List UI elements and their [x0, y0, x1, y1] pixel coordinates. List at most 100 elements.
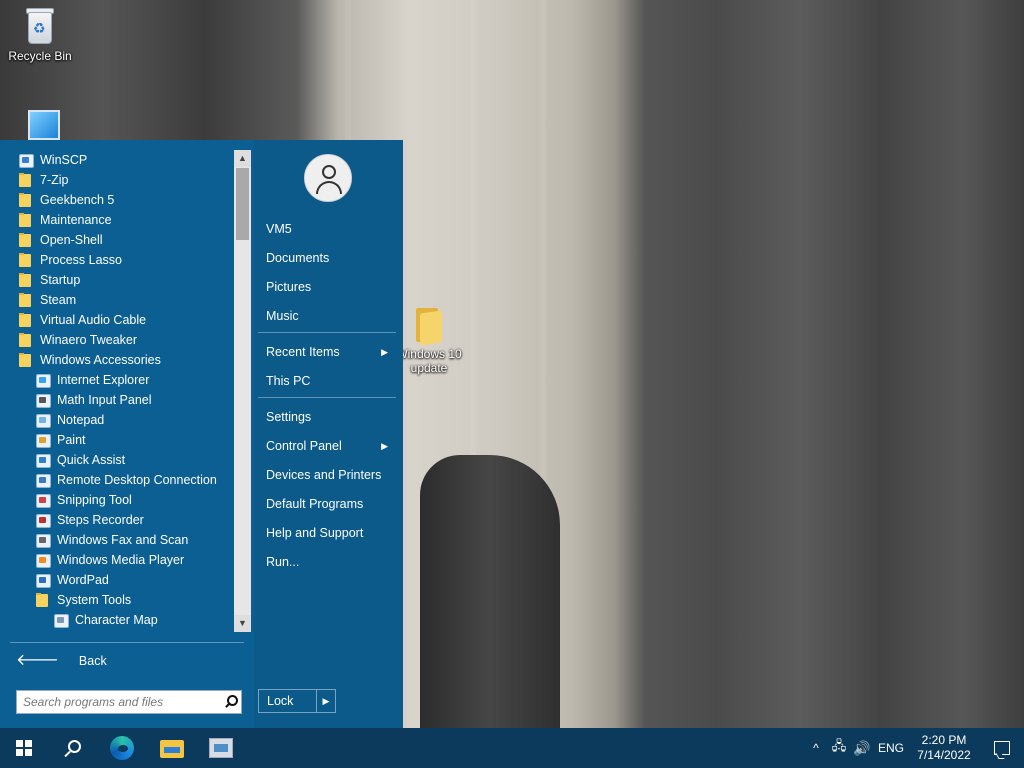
program-item[interactable]: System Tools	[10, 590, 232, 610]
search-box[interactable]	[16, 690, 242, 714]
program-item-label: Math Input Panel	[57, 393, 152, 407]
taskbar-edge-button[interactable]	[98, 728, 146, 768]
program-item[interactable]: WordPad	[10, 570, 232, 590]
taskbar-search-button[interactable]	[48, 728, 96, 768]
folder-icon	[35, 592, 51, 608]
desktop-icon-recycle-bin[interactable]: ♻ Recycle Bin	[2, 6, 78, 63]
program-item-label: Maintenance	[40, 213, 112, 227]
start-button[interactable]	[0, 728, 48, 768]
steps-recorder-icon	[35, 512, 51, 528]
clock-time: 2:20 PM	[921, 733, 967, 747]
fax-scan-icon	[35, 532, 51, 548]
folder-icon	[18, 232, 34, 248]
program-item[interactable]: Geekbench 5	[10, 190, 232, 210]
chevron-right-icon: ▶	[381, 347, 388, 357]
program-item[interactable]: Windows Media Player	[10, 550, 232, 570]
program-item[interactable]: Steam	[10, 290, 232, 310]
program-item[interactable]: Virtual Audio Cable	[10, 310, 232, 330]
place-item[interactable]: Help and Support	[266, 522, 396, 544]
place-item[interactable]: VM5	[266, 218, 396, 240]
folder-icon	[18, 252, 34, 268]
program-item[interactable]: Startup	[10, 270, 232, 290]
program-item-label: Geekbench 5	[40, 193, 115, 207]
action-center-button[interactable]	[980, 728, 1024, 768]
programs-panel: WinSCP 7-Zip Geekbench 5 Maintenance Open-Sh…	[0, 140, 254, 728]
program-item[interactable]: Open-Shell	[10, 230, 232, 250]
program-item-label: Open-Shell	[40, 233, 103, 247]
scroll-down-button[interactable]: ▼	[234, 615, 251, 632]
place-item[interactable]: Documents	[266, 247, 396, 269]
lock-label[interactable]: Lock	[259, 690, 317, 712]
place-item-label: Devices and Printers	[266, 468, 382, 482]
start-menu: WinSCP 7-Zip Geekbench 5 Maintenance Open-Sh…	[0, 140, 403, 728]
program-item-label: Windows Accessories	[40, 353, 161, 367]
windows-logo-icon	[16, 740, 32, 756]
chevron-right-icon: ▶	[381, 441, 388, 451]
program-item[interactable]: Windows Accessories	[10, 350, 232, 370]
program-item[interactable]: Internet Explorer	[10, 370, 232, 390]
program-item[interactable]: Character Map	[10, 610, 232, 630]
program-item[interactable]: Winaero Tweaker	[10, 330, 232, 350]
folder-icon	[18, 352, 34, 368]
place-item-label: Documents	[266, 251, 330, 265]
place-item[interactable]: Music	[266, 305, 396, 327]
program-item[interactable]: Windows Fax and Scan	[10, 530, 232, 550]
input-language-indicator[interactable]: ENG	[874, 728, 908, 768]
program-item[interactable]: Math Input Panel	[10, 390, 232, 410]
programs-scrollbar[interactable]: ▲ ▼	[234, 150, 251, 632]
lock-button[interactable]: Lock ▶	[258, 689, 336, 713]
search-icon[interactable]	[219, 691, 241, 713]
folder-icon	[18, 312, 34, 328]
place-item-label: Music	[266, 309, 299, 323]
taskbar-file-explorer-button[interactable]	[148, 728, 196, 768]
program-item-label: Paint	[57, 433, 86, 447]
user-avatar[interactable]	[304, 154, 352, 202]
search-icon	[64, 740, 81, 756]
program-item-label: Notepad	[57, 413, 105, 427]
recycle-bin-icon: ♻	[23, 6, 57, 46]
scrollbar-thumb[interactable]	[236, 168, 249, 240]
place-item[interactable]: Devices and Printers	[266, 464, 396, 486]
program-item[interactable]: Notepad	[10, 410, 232, 430]
program-item[interactable]: Process Lasso	[10, 250, 232, 270]
program-item[interactable]: Snipping Tool	[10, 490, 232, 510]
remote-desktop-icon	[35, 472, 51, 488]
notepad-icon	[35, 412, 51, 428]
program-item[interactable]: WinSCP	[10, 150, 232, 170]
program-list: WinSCP 7-Zip Geekbench 5 Maintenance Open-Sh…	[10, 150, 232, 630]
program-item[interactable]: Steps Recorder	[10, 510, 232, 530]
folder-icon	[18, 272, 34, 288]
program-item-label: Character Map	[75, 613, 158, 627]
chevron-right-icon[interactable]: ▶	[317, 690, 335, 712]
place-item[interactable]: Pictures	[266, 276, 396, 298]
search-input[interactable]	[17, 691, 219, 713]
program-item[interactable]: 7-Zip	[10, 170, 232, 190]
program-item[interactable]: Paint	[10, 430, 232, 450]
program-item[interactable]: Remote Desktop Connection	[10, 470, 232, 490]
program-item[interactable]: Maintenance	[10, 210, 232, 230]
place-item[interactable]: Default Programs	[266, 493, 396, 515]
network-icon[interactable]: 🖧	[828, 728, 850, 768]
place-item-label: Control Panel	[266, 439, 342, 453]
internet-explorer-icon	[35, 372, 51, 388]
app-icon	[209, 738, 233, 758]
place-item[interactable]: Recent Items ▶	[266, 341, 396, 363]
place-item-label: Help and Support	[266, 526, 364, 540]
scroll-up-button[interactable]: ▲	[234, 150, 251, 167]
program-item[interactable]: Quick Assist	[10, 450, 232, 470]
place-item[interactable]: Run...	[266, 551, 396, 573]
show-hidden-icons-button[interactable]: ^	[804, 728, 828, 768]
place-item[interactable]: This PC	[266, 370, 396, 392]
this-pc-icon[interactable]	[28, 110, 60, 140]
taskbar-app-button[interactable]	[197, 728, 245, 768]
program-item-label: Process Lasso	[40, 253, 122, 267]
folder-icon	[414, 306, 444, 346]
back-button[interactable]: 🡐 Back	[16, 650, 107, 672]
character-map-icon	[53, 612, 69, 628]
clock[interactable]: 2:20 PM 7/14/2022	[908, 728, 980, 768]
place-item[interactable]: Control Panel ▶	[266, 435, 396, 457]
place-item-label: This PC	[266, 374, 311, 388]
place-item[interactable]: Settings	[266, 406, 396, 428]
volume-icon[interactable]: 🔊	[850, 728, 874, 768]
place-item-label: Pictures	[266, 280, 312, 294]
